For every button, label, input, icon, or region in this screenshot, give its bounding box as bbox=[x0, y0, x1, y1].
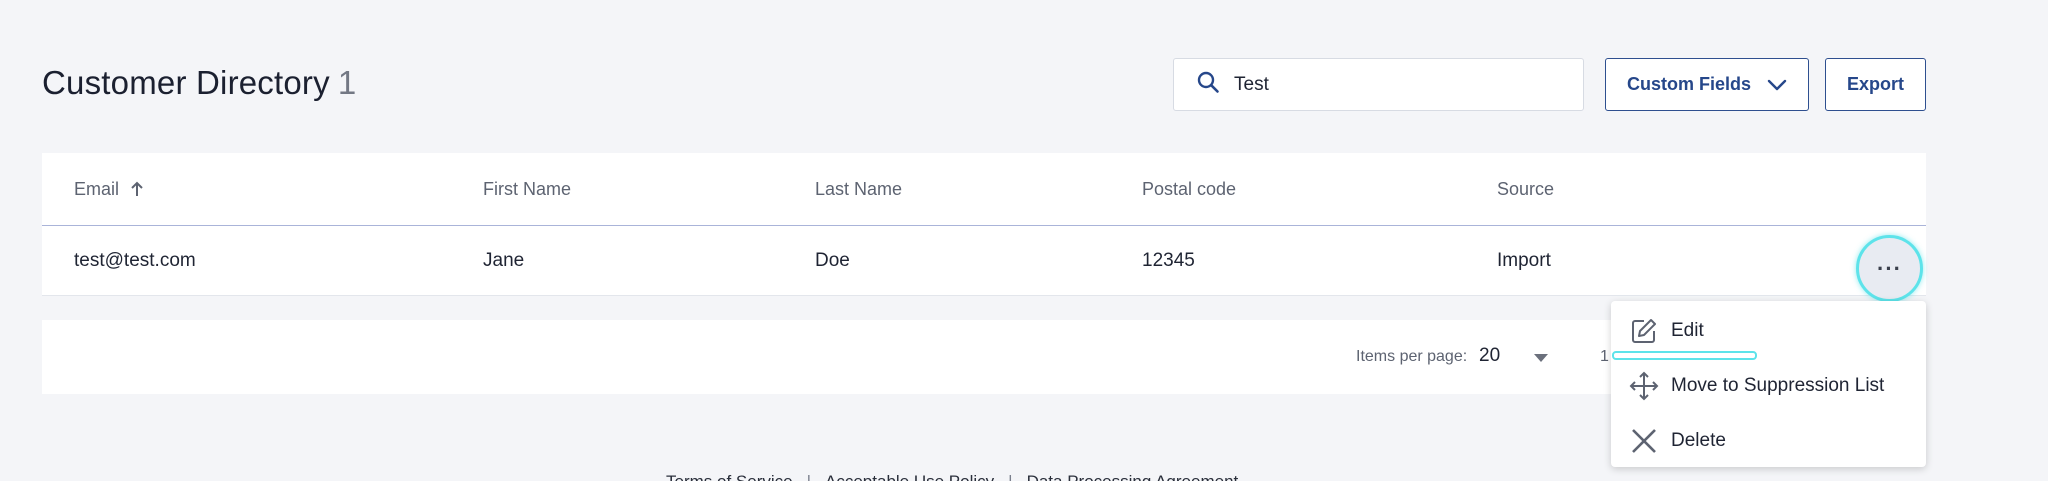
move-icon bbox=[1629, 371, 1659, 401]
custom-fields-button[interactable]: Custom Fields bbox=[1605, 58, 1809, 111]
table-row[interactable]: test@test.com Jane Doe 12345 Import bbox=[42, 226, 1926, 296]
export-label: Export bbox=[1846, 74, 1904, 94]
items-per-page-label: Items per page: bbox=[1356, 348, 1468, 365]
column-header-last-name[interactable]: Last Name bbox=[815, 179, 902, 200]
footer-link-aup[interactable]: Acceptable Use Policy bbox=[825, 472, 994, 481]
chevron-down-icon bbox=[1767, 79, 1787, 90]
customer-table: Email First Name Last Name Postal code S… bbox=[42, 153, 1926, 296]
footer-link-terms[interactable]: Terms of Service bbox=[666, 472, 793, 481]
column-header-first-name[interactable]: First Name bbox=[483, 179, 571, 200]
search-box[interactable] bbox=[1173, 58, 1584, 111]
sort-ascending-icon bbox=[131, 181, 143, 196]
row-actions-button[interactable]: ··· bbox=[1856, 235, 1923, 302]
page-title-text: Customer Directory bbox=[42, 64, 330, 101]
export-button[interactable]: Export bbox=[1825, 58, 1926, 111]
record-count: 1 bbox=[337, 64, 357, 101]
close-icon bbox=[1629, 426, 1659, 456]
column-header-postal-code[interactable]: Postal code bbox=[1142, 179, 1236, 200]
edit-icon bbox=[1629, 316, 1659, 346]
row-actions-menu: Edit Move to Suppression List Delete bbox=[1611, 301, 1926, 467]
search-icon bbox=[1196, 70, 1220, 99]
page-title: Customer Directory 1 bbox=[42, 64, 356, 102]
footer-link-dpa[interactable]: Data Processing Agreement bbox=[1027, 472, 1239, 481]
cell-first-name: Jane bbox=[483, 250, 525, 271]
cell-postal-code: 12345 bbox=[1142, 250, 1195, 271]
menu-item-move-to-suppression[interactable]: Move to Suppression List bbox=[1629, 371, 1884, 401]
custom-fields-label: Custom Fields bbox=[1626, 74, 1751, 94]
cell-email: test@test.com bbox=[74, 250, 196, 271]
menu-item-edit[interactable]: Edit bbox=[1629, 316, 1704, 346]
footer-links: Terms of Service | Acceptable Use Policy | D… bbox=[666, 472, 1238, 481]
hover-highlight bbox=[1612, 351, 1757, 360]
menu-item-delete[interactable]: Delete bbox=[1629, 426, 1726, 456]
cell-source: Import bbox=[1497, 250, 1551, 271]
column-header-email[interactable]: Email bbox=[74, 179, 144, 200]
cell-last-name: Doe bbox=[815, 250, 850, 271]
items-per-page-select[interactable]: 20 bbox=[1479, 345, 1500, 367]
more-icon: ··· bbox=[1877, 255, 1902, 281]
footer-separator: | bbox=[807, 472, 811, 481]
column-header-source[interactable]: Source bbox=[1497, 179, 1554, 200]
table-header: Email First Name Last Name Postal code S… bbox=[42, 153, 1926, 226]
caret-down-icon[interactable] bbox=[1534, 354, 1548, 362]
search-input[interactable] bbox=[1234, 73, 1564, 96]
footer-separator: | bbox=[1008, 472, 1012, 481]
page-indicator: 1 bbox=[1600, 348, 1609, 365]
